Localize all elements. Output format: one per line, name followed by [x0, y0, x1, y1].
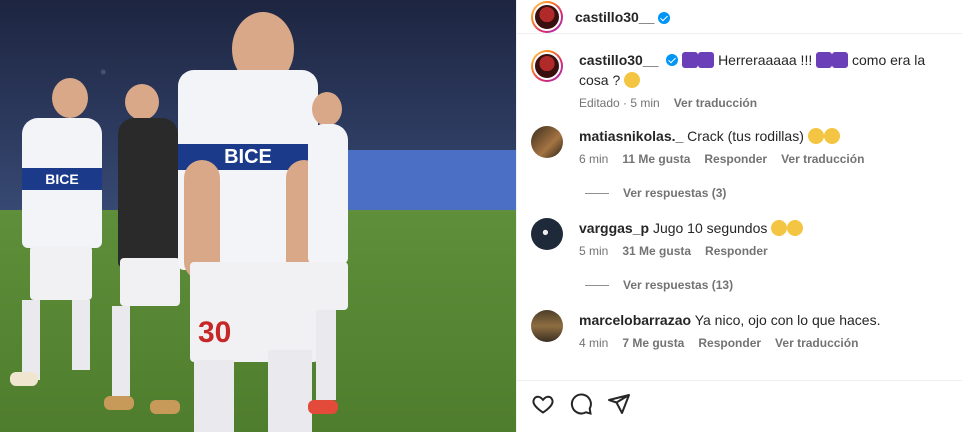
comment: matiasnikolas._ Crack (tus rodillas) 6 m…	[517, 126, 962, 166]
commenter-avatar[interactable]	[531, 310, 563, 342]
divider	[517, 380, 962, 381]
like-count[interactable]: 31 Me gusta	[622, 244, 691, 258]
post-actions	[531, 392, 631, 416]
translate-button[interactable]: Ver traducción	[775, 336, 858, 350]
comment: marcelobarrazao Ya nico, ojo con lo que …	[517, 310, 962, 350]
reply-button[interactable]: Responder	[705, 244, 768, 258]
comment-time: 6 min	[579, 152, 609, 166]
caption-username[interactable]: castillo30__	[579, 52, 658, 68]
reply-button[interactable]: Responder	[704, 152, 767, 166]
muscle-emoji-icon	[698, 52, 715, 68]
caption-text-part1: Herreraaaaa !!!	[718, 52, 813, 68]
verified-icon	[666, 54, 679, 66]
comment-time: 5 min	[579, 244, 609, 258]
shirt-number: 30	[198, 316, 232, 349]
post-photo[interactable]: BICE BICE 30	[0, 0, 516, 432]
laughing-emoji-icon	[807, 128, 824, 144]
view-replies-label: Ver respuestas (3)	[623, 186, 727, 200]
view-replies-button[interactable]: Ver respuestas (13)	[585, 278, 962, 292]
post-side-panel: castillo30__ castillo30__ Herreraaaaa !!…	[516, 0, 962, 432]
stadium-banner	[330, 150, 516, 210]
post-header: castillo30__	[517, 0, 962, 34]
comment-icon[interactable]	[569, 392, 593, 416]
author-avatar[interactable]	[531, 0, 563, 33]
view-replies-label: Ver respuestas (13)	[623, 278, 734, 292]
translate-button[interactable]: Ver traducción	[781, 152, 864, 166]
view-replies-button[interactable]: Ver respuestas (3)	[585, 186, 962, 200]
translate-button[interactable]: Ver traducción	[674, 96, 757, 110]
caption: castillo30__ Herreraaaaa !!! como era la…	[517, 50, 962, 110]
like-count[interactable]: 11 Me gusta	[622, 152, 690, 166]
comment-text: Ya nico, ojo con lo que haces.	[694, 312, 881, 328]
verified-icon	[658, 11, 671, 24]
comment-username[interactable]: marcelobarrazao	[579, 312, 691, 328]
comment-time: 4 min	[579, 336, 609, 350]
author-username[interactable]: castillo30__	[575, 9, 654, 25]
shirt-sponsor-left: BICE	[45, 171, 79, 187]
instagram-post: BICE BICE 30 castillo30__ castillo30__ H…	[0, 0, 962, 432]
commenter-avatar[interactable]	[531, 218, 563, 250]
like-count[interactable]: 7 Me gusta	[622, 336, 684, 350]
comment-text: Crack (tus rodillas)	[687, 128, 804, 144]
laughing-emoji-icon	[624, 72, 641, 88]
heart-icon[interactable]	[531, 392, 555, 416]
laughing-emoji-icon	[787, 220, 804, 236]
muscle-emoji-icon	[682, 52, 699, 68]
share-icon[interactable]	[607, 392, 631, 416]
reply-button[interactable]: Responder	[698, 336, 761, 350]
caption-timestamp: Editado · 5 min	[579, 96, 660, 110]
caption-avatar[interactable]	[531, 50, 563, 82]
caption-text: castillo30__ Herreraaaaa !!! como era la…	[579, 50, 948, 90]
comment-text: Jugo 10 segundos	[652, 220, 768, 236]
laughing-emoji-icon	[771, 220, 788, 236]
laughing-emoji-icon	[823, 128, 840, 144]
comment-username[interactable]: varggas_p	[579, 220, 649, 236]
muscle-emoji-icon	[816, 52, 833, 68]
comments-list: castillo30__ Herreraaaaa !!! como era la…	[517, 50, 962, 350]
comment: varggas_p Jugo 10 segundos 5 min 31 Me g…	[517, 218, 962, 258]
muscle-emoji-icon	[832, 52, 849, 68]
comment-username[interactable]: matiasnikolas._	[579, 128, 683, 144]
commenter-avatar[interactable]	[531, 126, 563, 158]
